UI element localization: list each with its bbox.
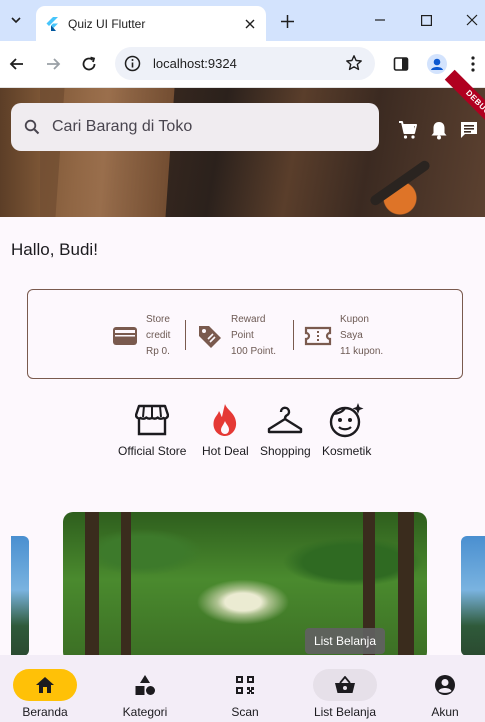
side-panel-icon	[393, 57, 409, 71]
new-tab-button[interactable]	[276, 10, 298, 32]
wallet-line: Reward	[231, 314, 266, 325]
wallet-reward-point[interactable]: Reward Point 100 Point.	[197, 312, 276, 360]
nav-beranda[interactable]: Beranda	[0, 669, 90, 719]
wallet-divider	[185, 320, 186, 350]
more-vertical-icon	[471, 56, 475, 72]
wallet-store-credit[interactable]: Store credit Rp 0.	[112, 312, 170, 360]
maximize-icon	[420, 14, 432, 26]
wallet-line: credit	[146, 330, 171, 341]
qr-code-icon	[236, 676, 254, 694]
category-official-store[interactable]: Official Store	[118, 402, 186, 458]
profile-avatar-icon	[427, 54, 447, 74]
hanger-icon	[268, 406, 303, 434]
arrow-left-icon	[9, 58, 23, 70]
minimize-button[interactable]	[367, 8, 393, 32]
nav-label: Scan	[231, 705, 259, 719]
browser-tabstrip: Quiz UI Flutter	[0, 0, 485, 41]
maximize-button[interactable]	[413, 8, 439, 32]
nav-label: Kategori	[122, 705, 168, 719]
arrow-right-icon	[47, 58, 61, 70]
category-label: Kosmetik	[322, 444, 372, 458]
wallet-icon	[113, 327, 137, 345]
nav-label: Akun	[431, 705, 459, 719]
wallet-line: Saya	[340, 330, 363, 341]
carousel-next-slide[interactable]	[461, 536, 485, 656]
flutter-logo-icon	[46, 16, 58, 31]
browser-toolbar: localhost:9324	[0, 41, 485, 88]
wallet-line: Store	[146, 314, 170, 325]
nav-list-belanja[interactable]: List Belanja	[300, 669, 390, 719]
url-text: localhost:9324	[153, 56, 237, 71]
tab-search-button[interactable]	[4, 6, 28, 34]
category-label: Official Store	[118, 444, 187, 458]
search-placeholder: Cari Barang di Toko	[52, 118, 193, 135]
bookmark-star-icon[interactable]	[345, 54, 363, 72]
category-hot-deal[interactable]: Hot Deal	[202, 402, 249, 458]
nav-tooltip: List Belanja	[305, 628, 385, 654]
side-panel-button[interactable]	[390, 53, 412, 75]
wallet-divider	[293, 320, 294, 350]
plus-icon	[280, 14, 294, 28]
wallet-line: 11 kupon.	[340, 346, 384, 357]
bottom-navigation: Beranda Kategori Scan List Belanja Akun	[0, 655, 485, 722]
notification-button[interactable]	[428, 119, 450, 141]
wallet-line: 100 Point.	[231, 346, 277, 357]
category-shortcuts: Official Store Hot Deal Shopping Kosmeti…	[0, 402, 485, 462]
window-close-button[interactable]	[459, 8, 485, 32]
browser-menu-button[interactable]	[462, 53, 484, 75]
category-icon	[135, 675, 155, 695]
wallet-line: Kupon	[340, 314, 369, 325]
wallet-coupon[interactable]: Kupon Saya 11 kupon.	[304, 312, 383, 360]
wallet-line: Rp 0.	[146, 346, 170, 357]
bell-icon	[431, 122, 447, 140]
chat-button[interactable]	[458, 119, 480, 141]
nav-scan[interactable]: Scan	[200, 669, 290, 719]
back-button[interactable]	[6, 53, 28, 75]
nav-kategori[interactable]: Kategori	[100, 669, 190, 719]
home-icon	[36, 677, 54, 693]
carousel-prev-slide[interactable]	[11, 536, 29, 656]
face-sparkle-icon	[329, 403, 364, 438]
nav-label: List Belanja	[313, 705, 377, 719]
category-shopping[interactable]: Shopping	[260, 402, 311, 458]
category-kosmetik[interactable]: Kosmetik	[322, 402, 371, 458]
category-label: Hot Deal	[202, 444, 249, 458]
cart-button[interactable]	[397, 119, 419, 141]
chat-icon	[461, 122, 477, 138]
chevron-down-icon	[11, 17, 21, 24]
tab-close-button[interactable]	[240, 14, 260, 34]
reload-icon	[82, 56, 96, 71]
greeting-text: Hallo, Budi!	[11, 240, 98, 259]
tag-icon	[199, 326, 221, 348]
basket-icon	[335, 676, 355, 693]
search-icon	[24, 119, 40, 135]
storefront-icon	[135, 404, 170, 436]
ticket-icon	[304, 326, 332, 346]
account-icon	[435, 675, 455, 695]
minimize-icon	[375, 19, 385, 21]
browser-tab[interactable]: Quiz UI Flutter	[36, 6, 266, 41]
nav-label: Beranda	[22, 705, 68, 719]
fire-icon	[213, 404, 237, 436]
reload-button[interactable]	[78, 53, 100, 75]
close-icon	[245, 19, 255, 28]
forward-button[interactable]	[42, 53, 64, 75]
address-bar[interactable]: localhost:9324	[115, 47, 375, 80]
nav-akun[interactable]: Akun	[400, 669, 485, 719]
close-icon	[466, 14, 478, 26]
wallet-line: Point	[231, 330, 254, 341]
profile-button[interactable]	[426, 53, 448, 75]
category-label: Shopping	[260, 444, 311, 458]
tab-title: Quiz UI Flutter	[68, 16, 146, 31]
wallet-card: Store credit Rp 0. Reward Point 100 Poin…	[27, 289, 463, 379]
cart-icon	[399, 121, 417, 139]
site-info-icon[interactable]	[123, 54, 142, 73]
search-bar[interactable]: Cari Barang di Toko	[11, 103, 379, 151]
